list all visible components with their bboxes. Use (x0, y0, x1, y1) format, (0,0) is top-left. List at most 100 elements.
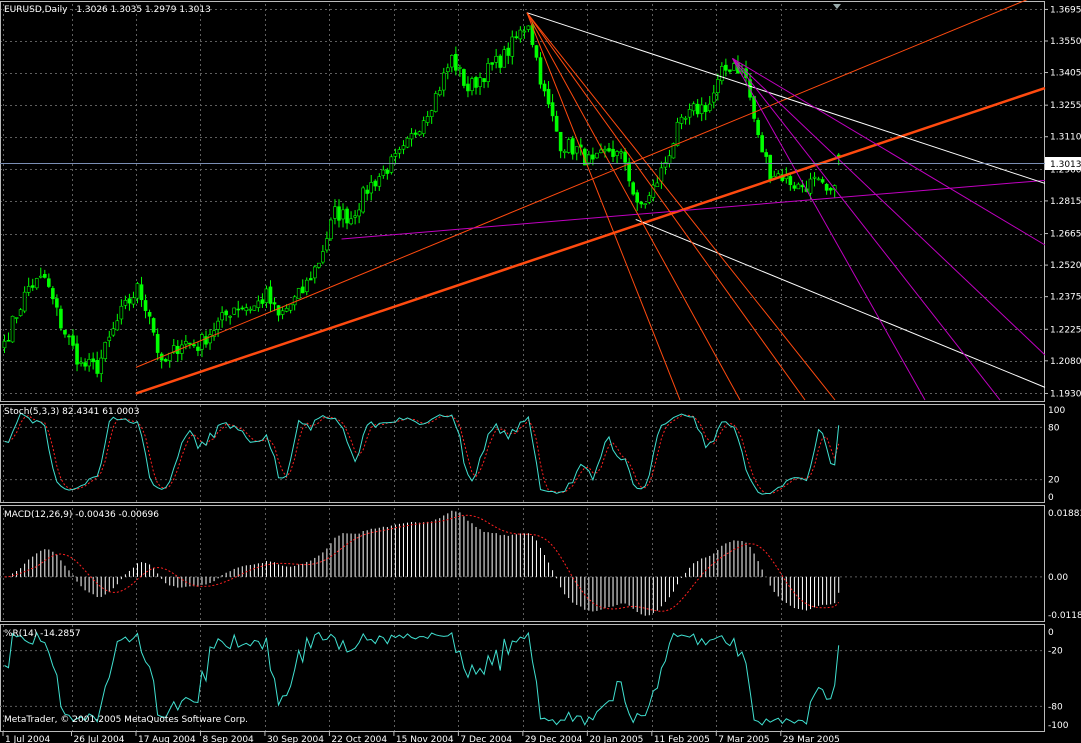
wpr-axis-label: -80 (1048, 702, 1063, 712)
candle-body (63, 329, 67, 335)
candle-body (268, 286, 273, 304)
candle-body (151, 318, 156, 333)
candle-body (421, 120, 426, 134)
candle-body (333, 206, 337, 219)
candle-body (115, 320, 120, 331)
candle-body (796, 183, 801, 190)
price-axis-label: 1.3110 (1050, 133, 1081, 143)
candle-body (135, 283, 140, 299)
candle-body (131, 297, 136, 305)
candle-body (824, 183, 829, 191)
candle-body (127, 298, 132, 304)
candle-body (252, 305, 257, 311)
candle-body (764, 152, 768, 157)
candle-body (260, 299, 265, 304)
candle-body (107, 336, 112, 341)
candle-body (724, 64, 728, 71)
candle-body (67, 335, 71, 338)
time-axis-label: 11 Feb 2005 (654, 735, 710, 743)
candle-body (703, 105, 708, 112)
wpr-axis-label: -20 (1048, 647, 1063, 657)
candle-body (349, 218, 353, 225)
candle-body (377, 176, 382, 187)
candle-body (635, 192, 640, 203)
candle-body (196, 346, 200, 351)
candle-body (397, 149, 402, 154)
candle-body (470, 78, 474, 92)
price-axis-label: 1.2080 (1050, 357, 1081, 367)
candle-body (248, 308, 253, 311)
macd-axis-label: 0.01883 (1048, 509, 1081, 519)
candle-body (240, 307, 245, 310)
candle-body (34, 278, 39, 289)
candle-body (429, 110, 434, 117)
candle-body (538, 57, 543, 85)
candle-body (478, 77, 482, 87)
candle-body (22, 291, 27, 312)
candle-body (300, 286, 305, 294)
candle-body (111, 328, 116, 336)
candle-body (450, 55, 454, 68)
candle-body (417, 131, 422, 136)
time-axis-label: 29 Mar 2005 (783, 735, 840, 743)
candle-body (647, 195, 652, 203)
candle-body (437, 90, 442, 96)
candle-body (587, 154, 591, 164)
candle-body (409, 133, 414, 140)
candle-body (357, 209, 361, 217)
trading-chart[interactable]: EURUSD,Daily 1.3026 1.3035 1.2979 1.3013… (0, 0, 1081, 743)
candle-body (720, 66, 724, 82)
price-axis-label: 1.3405 (1050, 69, 1081, 79)
candle-body (71, 335, 75, 346)
candle-body (631, 182, 635, 195)
candle-body (558, 131, 563, 152)
stoch-axis-label: 80 (1048, 423, 1060, 433)
candle-body (675, 121, 680, 146)
candle-body (373, 180, 378, 187)
candle-body (619, 151, 623, 154)
candle-body (611, 148, 615, 157)
candle-body (304, 279, 309, 293)
candle-body (155, 334, 160, 353)
candle-body (2, 340, 7, 349)
candle-body (502, 49, 507, 68)
candle-body (75, 343, 79, 365)
candle-body (147, 312, 152, 317)
candle-body (216, 320, 220, 330)
candle-body (570, 138, 575, 155)
candle-body (329, 219, 333, 240)
candle-body (220, 312, 224, 321)
candle-body (534, 45, 539, 58)
candle-body (820, 179, 825, 183)
candle-body (756, 120, 760, 136)
candle-body (385, 169, 390, 174)
candle-body (59, 308, 63, 329)
price-axis-label: 1.3550 (1050, 37, 1081, 47)
candle-body (256, 300, 261, 308)
candle-body (308, 278, 313, 281)
candle-body (687, 109, 692, 118)
price-axis-label: 1.3695 (1050, 5, 1081, 15)
candle-body (244, 307, 249, 311)
candle-body (325, 238, 329, 251)
candle-body (313, 266, 317, 279)
time-axis-label: 17 Aug 2004 (138, 735, 196, 743)
candle-body (711, 92, 716, 103)
chart-background (0, 0, 1081, 743)
candle-body (188, 342, 192, 345)
candle-body (272, 302, 277, 305)
candle-body (522, 30, 527, 33)
candle-body (506, 47, 511, 56)
candle-body (627, 162, 631, 182)
candle-body (474, 77, 478, 88)
candle-body (490, 62, 494, 65)
candle-body (369, 182, 374, 194)
candle-body (550, 102, 555, 117)
candle-body (623, 151, 627, 163)
candle-body (163, 359, 168, 362)
time-axis-label: 15 Nov 2004 (396, 735, 454, 743)
candle-body (389, 156, 394, 173)
candle-body (482, 78, 486, 83)
macd-title: MACD(12,26,9) -0.00436 -0.00696 (4, 510, 159, 520)
candle-body (691, 103, 696, 112)
